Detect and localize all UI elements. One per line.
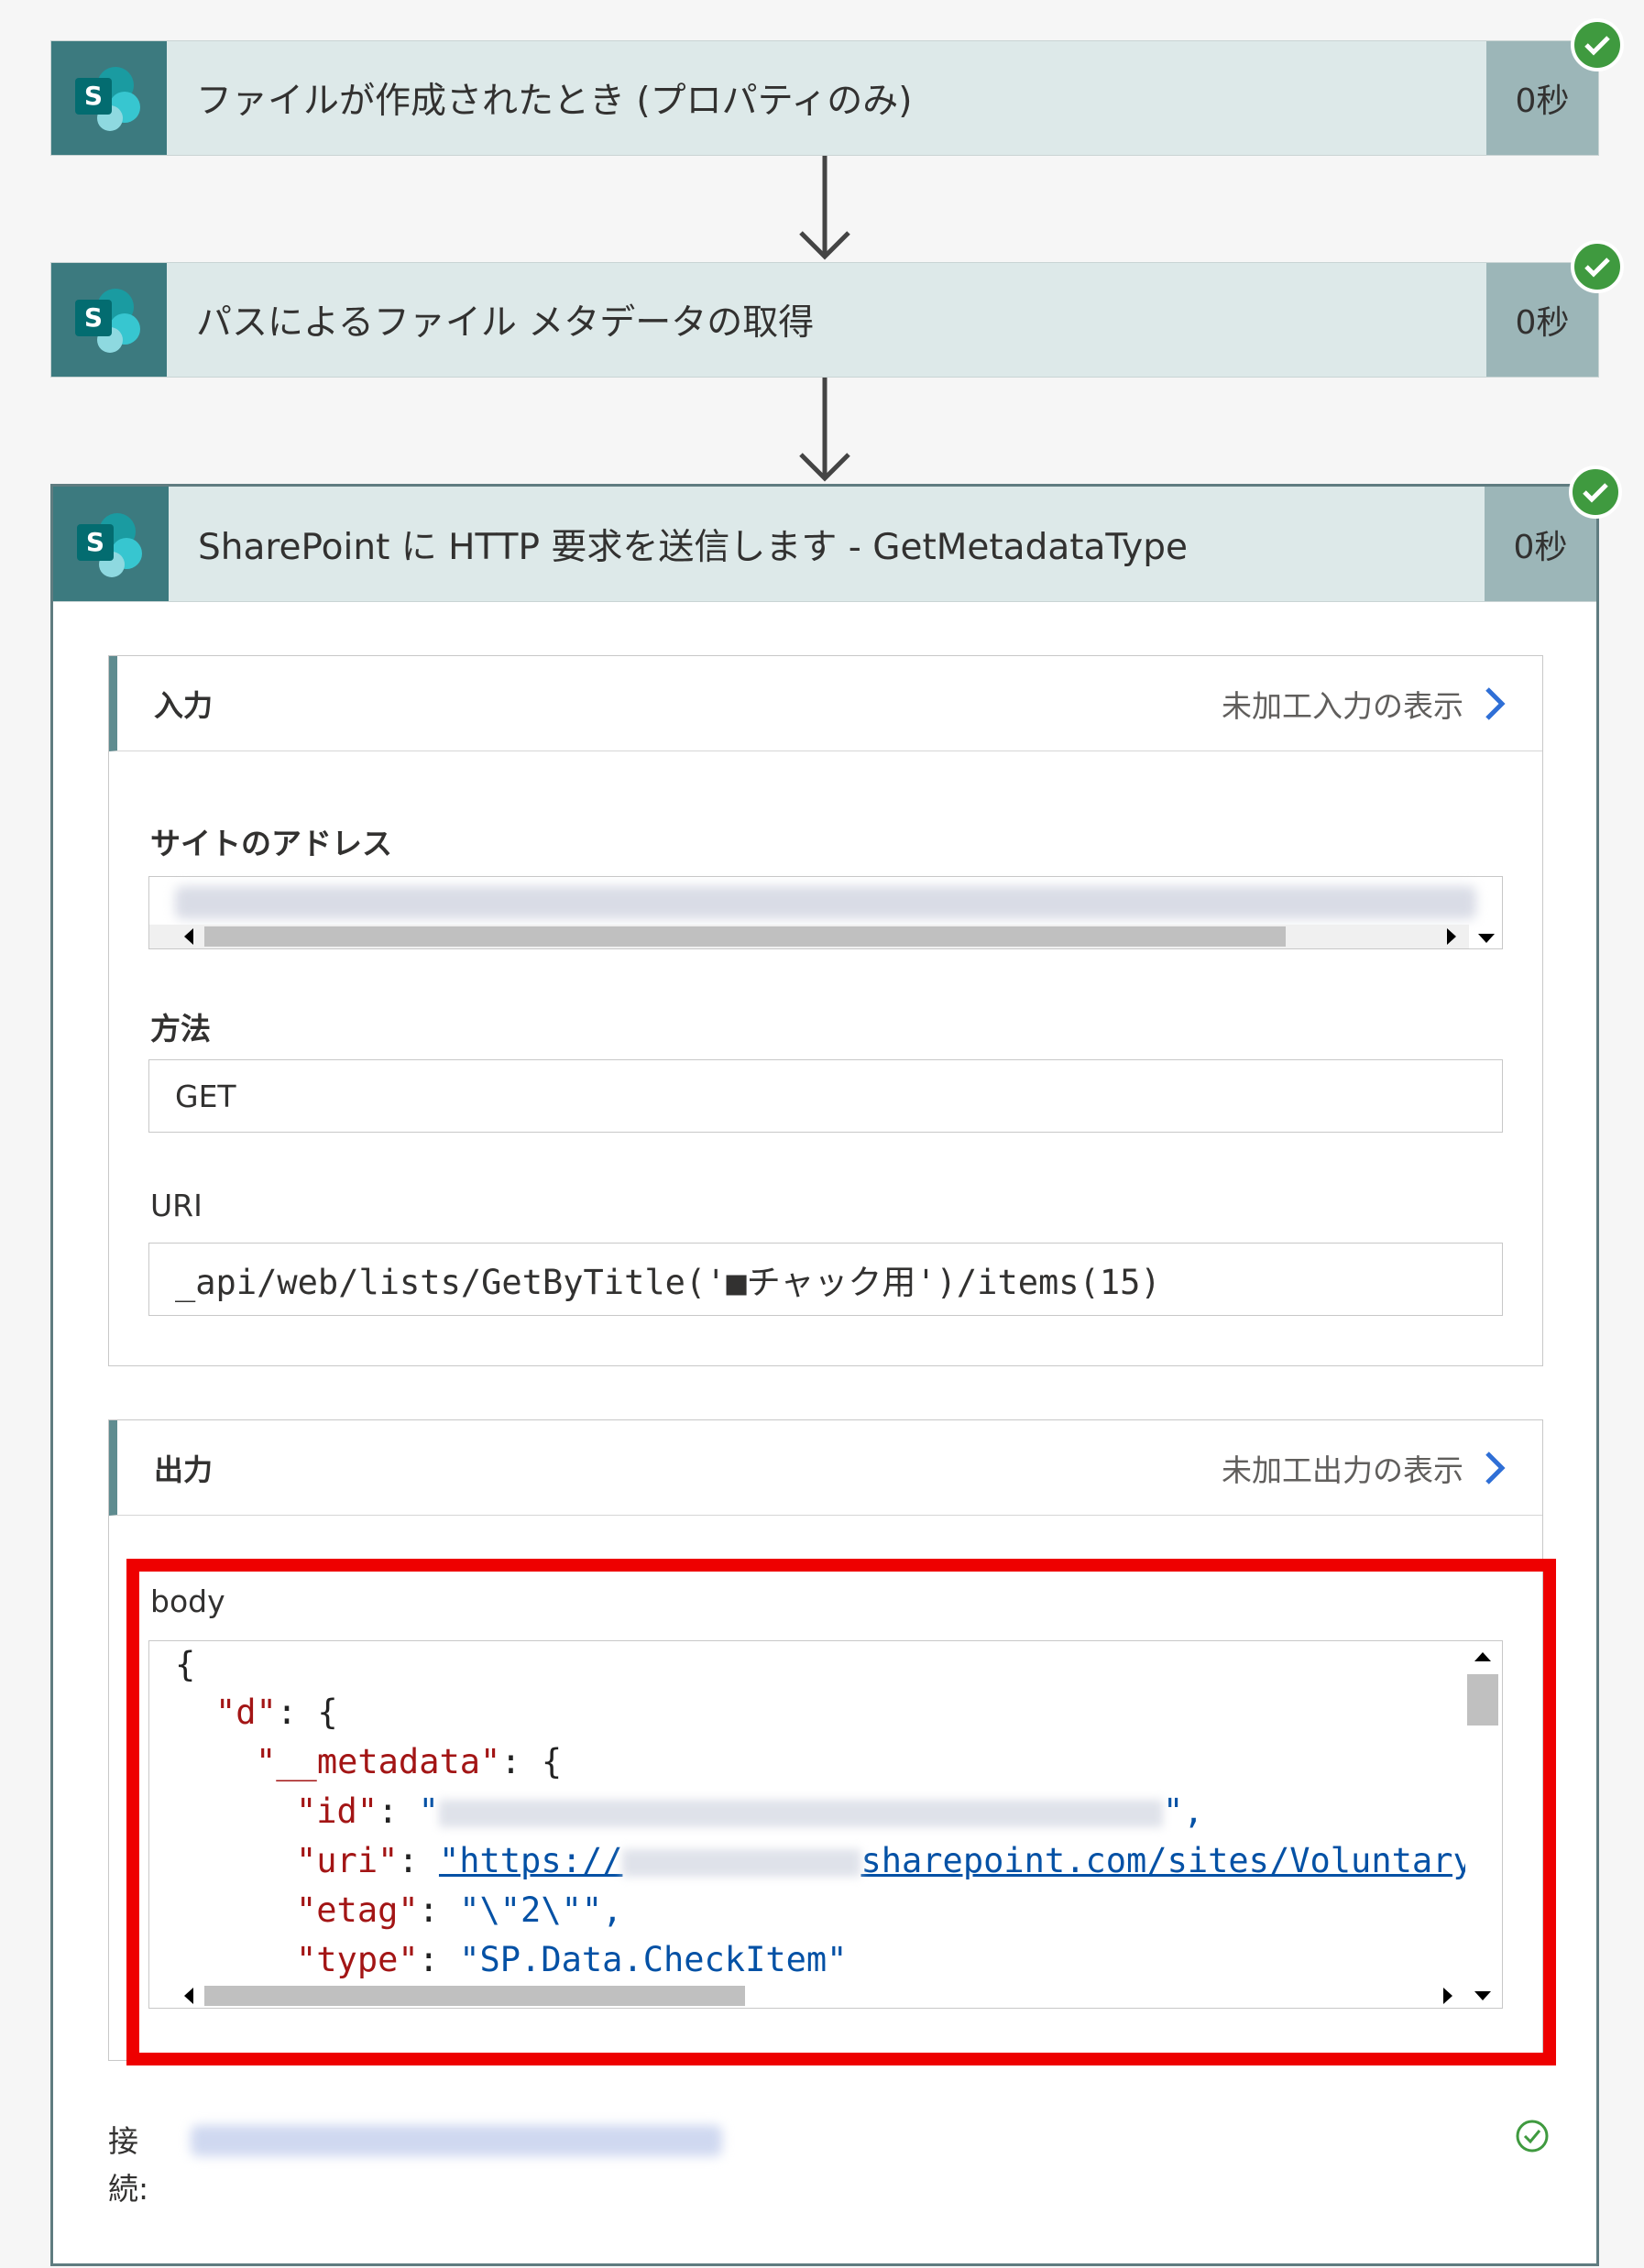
output-header-label: 出力 xyxy=(154,1452,214,1487)
sharepoint-icon: S xyxy=(51,41,167,155)
show-raw-output-link[interactable]: 未加工出力の表示 xyxy=(1222,1420,1506,1515)
arrow-down-icon xyxy=(799,156,850,260)
step-card-send-http-request: S SharePoint に HTTP 要求を送信します - GetMetada… xyxy=(50,484,1599,2266)
step-when-file-created[interactable]: S ファイルが作成されたとき (プロパティのみ) 0秒 xyxy=(50,40,1599,156)
step-title: ファイルが作成されたとき (プロパティのみ) xyxy=(196,81,913,122)
scroll-down-icon[interactable] xyxy=(1476,932,1496,945)
step-get-file-metadata[interactable]: S パスによるファイル メタデータの取得 0秒 xyxy=(50,262,1599,378)
arrow-down-icon xyxy=(799,378,850,482)
sharepoint-icon: S xyxy=(53,487,169,601)
step-title: パスによるファイル メタデータの取得 xyxy=(196,302,815,344)
input-header-label: 入力 xyxy=(154,687,214,723)
method-label: 方法 xyxy=(150,1011,211,1046)
uri-label: URI xyxy=(150,1188,203,1223)
svg-text:S: S xyxy=(86,527,104,557)
input-section-header[interactable]: 入力 未加工入力の表示 xyxy=(109,656,1542,751)
success-check-icon xyxy=(1571,18,1624,71)
scroll-left-icon[interactable] xyxy=(182,926,195,947)
show-raw-output-label: 未加工出力の表示 xyxy=(1222,1452,1463,1488)
redacted-site-address xyxy=(175,886,1476,919)
scrollbar-thumb[interactable] xyxy=(204,926,1286,947)
redacted-connection[interactable] xyxy=(191,2125,722,2156)
site-address-label: サイトのアドレス xyxy=(150,826,392,861)
method-value: GET xyxy=(175,1078,236,1114)
output-section-header[interactable]: 出力 未加工出力の表示 xyxy=(109,1420,1542,1516)
success-check-icon xyxy=(1569,466,1622,519)
uri-value: _api/web/lists/GetByTitle('■チャック用')/item… xyxy=(175,1263,1161,1302)
show-raw-input-label: 未加工入力の表示 xyxy=(1222,687,1463,724)
svg-text:S: S xyxy=(84,81,103,111)
connection-ok-icon xyxy=(1516,2120,1549,2153)
method-field[interactable]: GET xyxy=(148,1059,1503,1133)
show-raw-input-link[interactable]: 未加工入力の表示 xyxy=(1222,656,1506,751)
chevron-right-icon xyxy=(1485,686,1506,720)
connection-label: 接 続: xyxy=(108,2123,149,2207)
input-section: 入力 未加工入力の表示 サイトのアドレス 方法 GET URI _api/web… xyxy=(108,655,1543,1366)
step-title: SharePoint に HTTP 要求を送信します - GetMetadata… xyxy=(198,526,1189,568)
highlight-frame xyxy=(126,1559,1556,2065)
scroll-right-icon[interactable] xyxy=(1445,926,1458,947)
uri-field[interactable]: _api/web/lists/GetByTitle('■チャック用')/item… xyxy=(148,1243,1503,1316)
svg-text:S: S xyxy=(84,302,103,333)
chevron-right-icon xyxy=(1485,1451,1506,1485)
sharepoint-icon: S xyxy=(51,263,167,377)
site-address-field[interactable] xyxy=(148,876,1503,949)
step-send-http-request[interactable]: S SharePoint に HTTP 要求を送信します - GetMetada… xyxy=(53,487,1596,602)
success-check-icon xyxy=(1571,240,1624,293)
